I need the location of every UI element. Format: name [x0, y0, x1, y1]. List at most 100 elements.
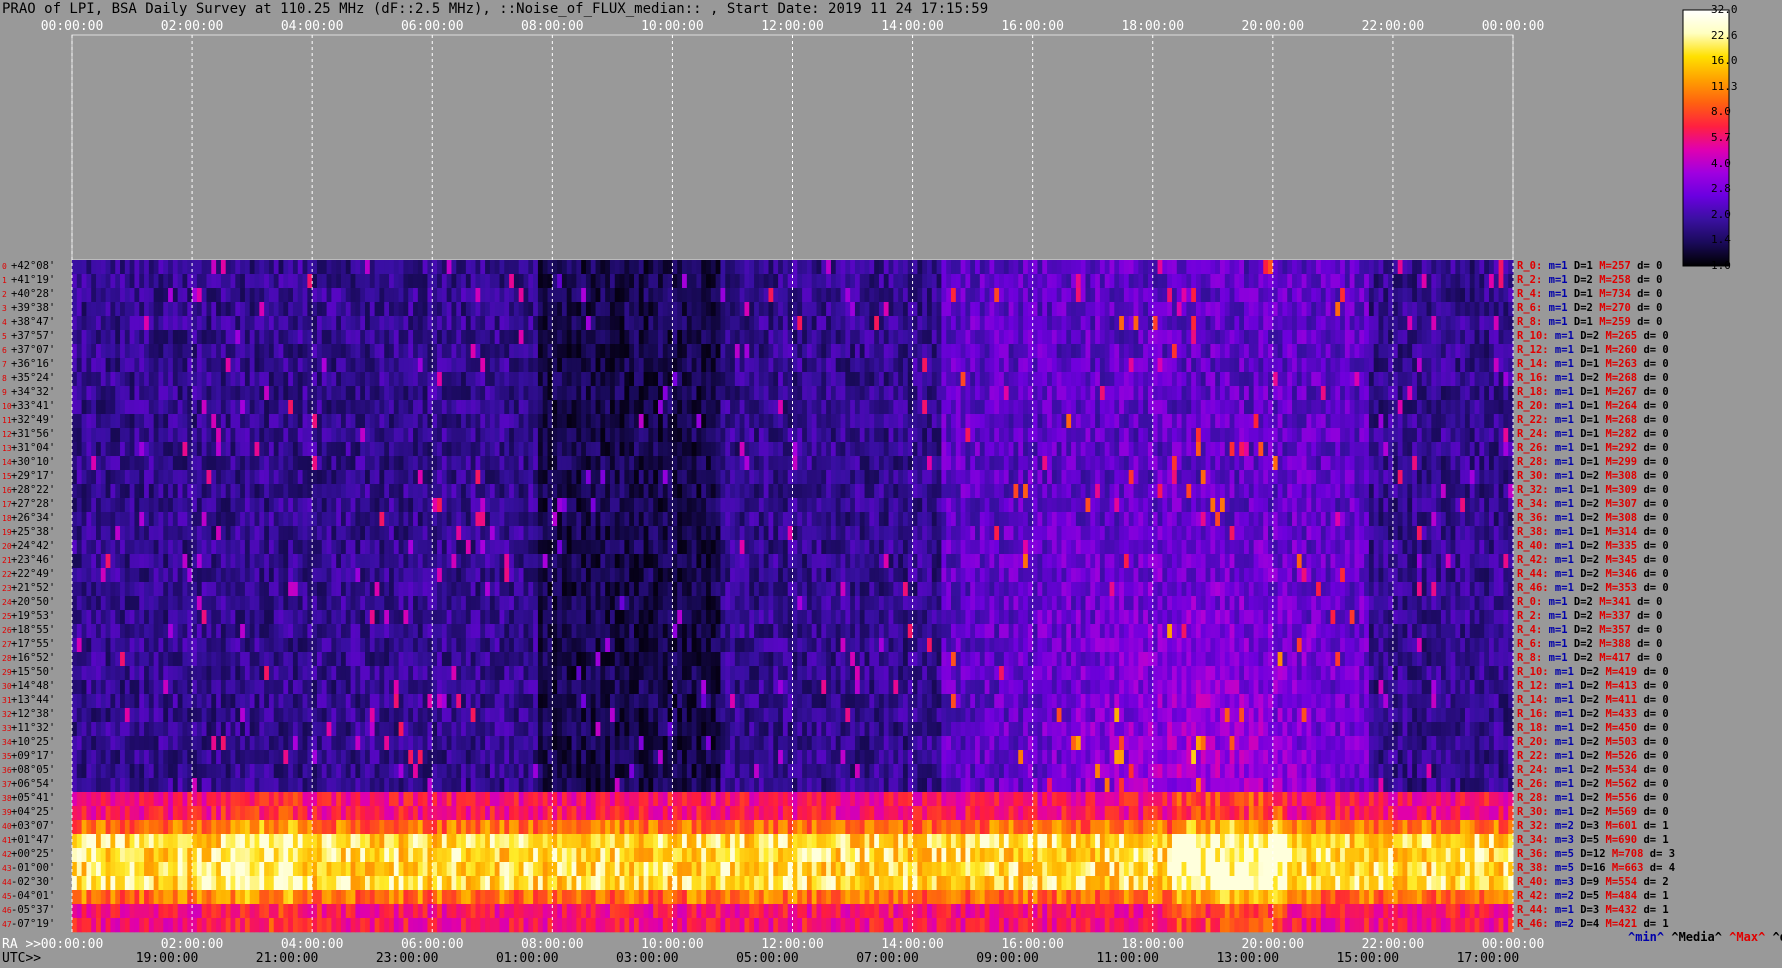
- declination-label: 22+22°49': [2, 568, 55, 581]
- row-max: M=411: [1599, 694, 1638, 706]
- row-receiver: R_26:: [1517, 778, 1549, 790]
- row-max: M=601: [1599, 820, 1638, 832]
- row-receiver: R_44:: [1517, 904, 1549, 916]
- row-receiver: R_14:: [1517, 694, 1549, 706]
- row-info: R_2: m=1 D=2 M=337 d= 0: [1517, 610, 1662, 622]
- declination-value: +04°25': [11, 806, 56, 818]
- row-receiver: R_2:: [1517, 610, 1543, 622]
- row-index: 31: [2, 696, 12, 705]
- row-min: m=1: [1548, 414, 1574, 426]
- row-min: m=1: [1548, 456, 1574, 468]
- row-index: 32: [2, 710, 12, 719]
- row-median: D=2: [1573, 792, 1600, 804]
- row-max: M=257: [1592, 260, 1631, 272]
- ra-tick-label: 00:00:00: [40, 937, 104, 952]
- row-median: D=2: [1573, 694, 1600, 706]
- row-min: m=1: [1542, 274, 1568, 286]
- row-index: 33: [2, 724, 12, 733]
- row-min: m=5: [1548, 862, 1574, 874]
- row-max: M=292: [1599, 442, 1638, 454]
- row-median: D=16: [1573, 862, 1606, 874]
- row-median: D=1: [1573, 484, 1600, 496]
- row-receiver: R_38:: [1517, 862, 1549, 874]
- row-info: R_22: m=1 D=2 M=526 d= 0: [1517, 750, 1669, 762]
- row-info: R_12: m=1 D=2 M=413 d= 0: [1517, 680, 1669, 692]
- row-info: R_28: m=1 D=2 M=556 d= 0: [1517, 792, 1669, 804]
- row-receiver: R_10:: [1517, 666, 1549, 678]
- row-max: M=341: [1592, 596, 1631, 608]
- row-index: 29: [2, 668, 12, 677]
- row-info: R_18: m=1 D=1 M=267 d= 0: [1517, 386, 1669, 398]
- declination-value: +28°22': [11, 484, 56, 496]
- row-index: 24: [2, 598, 12, 607]
- declination-label: 47-07°19': [2, 918, 55, 931]
- declination-label: 7 +36°16': [2, 358, 55, 371]
- row-index: 4: [2, 318, 7, 327]
- row-deviation: d= 2: [1637, 876, 1669, 888]
- colorbar-tick: 16.0: [1711, 54, 1738, 68]
- row-info: R_46: m=2 D=4 M=421 d= 1: [1517, 918, 1669, 930]
- colorbar-tick: 4.0: [1711, 156, 1731, 170]
- row-min: m=1: [1548, 484, 1574, 496]
- row-median: D=9: [1573, 876, 1600, 888]
- declination-label: 33+11°32': [2, 722, 55, 735]
- row-info: R_14: m=1 D=2 M=411 d= 0: [1517, 694, 1669, 706]
- legend-max: ^Max^: [1729, 930, 1766, 944]
- row-min: m=1: [1548, 806, 1574, 818]
- declination-label: 25+19°53': [2, 610, 55, 623]
- row-deviation: d= 0: [1637, 386, 1669, 398]
- row-max: M=534: [1599, 764, 1638, 776]
- declination-label: 34+10°25': [2, 736, 55, 749]
- declination-label: 37+06°54': [2, 778, 55, 791]
- row-median: D=2: [1567, 274, 1593, 286]
- row-max: M=282: [1599, 428, 1638, 440]
- declination-value: +18°55': [11, 624, 56, 636]
- utc-tick-label: 05:00:00: [736, 951, 799, 966]
- declination-value: +24°42': [11, 540, 56, 552]
- row-deviation: d= 0: [1637, 526, 1669, 538]
- row-deviation: d= 4: [1643, 862, 1676, 874]
- declination-label: 28+16°52': [2, 652, 55, 665]
- declination-value: +13°44': [11, 694, 56, 706]
- declination-label: 9 +34°32': [2, 386, 55, 399]
- row-receiver: R_16:: [1517, 708, 1549, 720]
- ra-tick-label: 12:00:00: [761, 937, 824, 952]
- utc-tick-label: 15:00:00: [1336, 951, 1400, 966]
- legend-min: ^min^: [1628, 930, 1665, 944]
- row-max: M=417: [1592, 652, 1631, 664]
- row-index: 36: [2, 766, 12, 775]
- row-index: 15: [2, 472, 12, 481]
- legend-deviation: ^devia^: [1772, 930, 1782, 944]
- declination-label: 0 +42°08': [2, 260, 55, 273]
- row-info: R_16: m=1 D=2 M=433 d= 0: [1517, 708, 1669, 720]
- row-index: 8: [2, 374, 7, 383]
- row-median: D=2: [1573, 372, 1600, 384]
- row-min: m=1: [1548, 358, 1574, 370]
- declination-label: 42+00°25': [2, 848, 55, 861]
- row-median: D=2: [1567, 596, 1593, 608]
- row-index: 23: [2, 584, 12, 593]
- declination-label: 18+26°34': [2, 512, 55, 525]
- declination-value: +34°32': [11, 386, 56, 398]
- declination-label: 20+24°42': [2, 540, 55, 553]
- row-index: 5: [2, 332, 7, 341]
- row-median: D=1: [1567, 260, 1593, 272]
- row-median: D=2: [1573, 568, 1600, 580]
- declination-value: +26°34': [11, 512, 56, 524]
- declination-value: -02°30': [11, 876, 56, 888]
- row-deviation: d= 0: [1630, 652, 1663, 664]
- row-info: R_12: m=1 D=1 M=260 d= 0: [1517, 344, 1669, 356]
- declination-value: +29°17': [11, 470, 56, 482]
- top-tick-label: 12:00:00: [761, 19, 824, 34]
- row-info: R_40: m=3 D=9 M=554 d= 2: [1517, 876, 1669, 888]
- row-info: R_44: m=1 D=2 M=346 d= 0: [1517, 568, 1669, 580]
- row-max: M=357: [1592, 624, 1631, 636]
- declination-label: 12+31°56': [2, 428, 55, 441]
- row-deviation: d= 0: [1637, 708, 1669, 720]
- row-info: R_28: m=1 D=1 M=299 d= 0: [1517, 456, 1669, 468]
- row-deviation: d= 0: [1637, 722, 1669, 734]
- row-median: D=2: [1573, 722, 1600, 734]
- row-median: D=2: [1573, 778, 1600, 790]
- row-max: M=690: [1599, 834, 1638, 846]
- colorbar-tick: 32.0: [1711, 3, 1738, 16]
